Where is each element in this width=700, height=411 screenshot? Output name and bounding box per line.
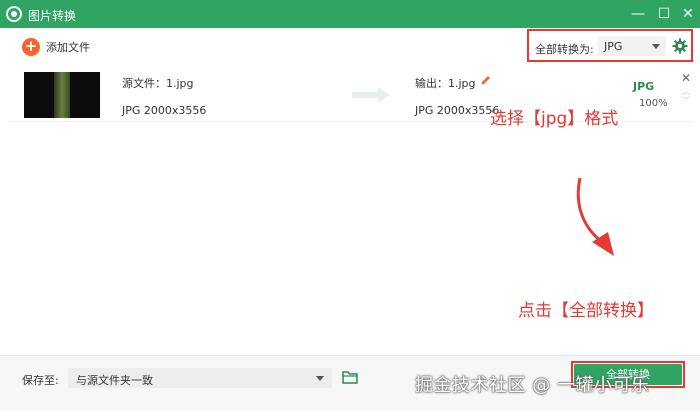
title-bar: 图片转换 — ☐ ✕ [0,0,700,28]
annotation-click-convert: 点击【全部转换】 [518,301,654,321]
plus-icon: + [22,38,40,56]
format-select-value: JPG [604,40,623,53]
chevron-down-icon [316,376,324,381]
app-logo-icon [6,6,22,22]
output-file-info: JPG 2000x3556 [415,104,500,117]
source-file-info: JPG 2000x3556 [122,104,207,117]
source-file-name: 源文件：1.jpg [122,77,194,90]
format-select[interactable]: JPG [598,36,666,56]
red-arrow-annotation [576,177,614,256]
save-to-select[interactable]: 与源文件夹一致 [68,368,332,388]
remove-file-icon[interactable]: ✕ [681,71,691,85]
arrow-right-icon [352,87,390,103]
output-file-name: 输出：1.jpg [415,77,476,90]
chevron-down-icon [652,44,660,49]
window-title: 图片转换 [28,9,77,23]
add-file-label: 添加文件 [46,41,90,54]
image-thumbnail [24,72,100,118]
convert-all-label: 全部转换为: [535,43,594,56]
annotation-select-format: 选择【jpg】格式 [490,109,619,129]
save-to-label: 保存至: [22,374,59,387]
progress-percent: 100% [639,98,668,109]
pencil-edit-icon[interactable] [480,74,492,86]
chevron-down-small-icon[interactable]: ﹀ [682,95,690,106]
output-format-badge: JPG [633,80,655,93]
close-button[interactable]: ✕ [678,4,698,24]
gear-icon[interactable] [672,38,688,54]
save-to-value: 与源文件夹一致 [76,374,153,387]
maximize-button[interactable]: ☐ [654,4,674,24]
add-file-button[interactable]: + 添加文件 [22,37,90,57]
minimize-button[interactable]: — [628,4,648,24]
watermark: 掘金技术社区 @ 一罐小可乐 [415,375,650,396]
folder-icon[interactable] [342,370,358,384]
